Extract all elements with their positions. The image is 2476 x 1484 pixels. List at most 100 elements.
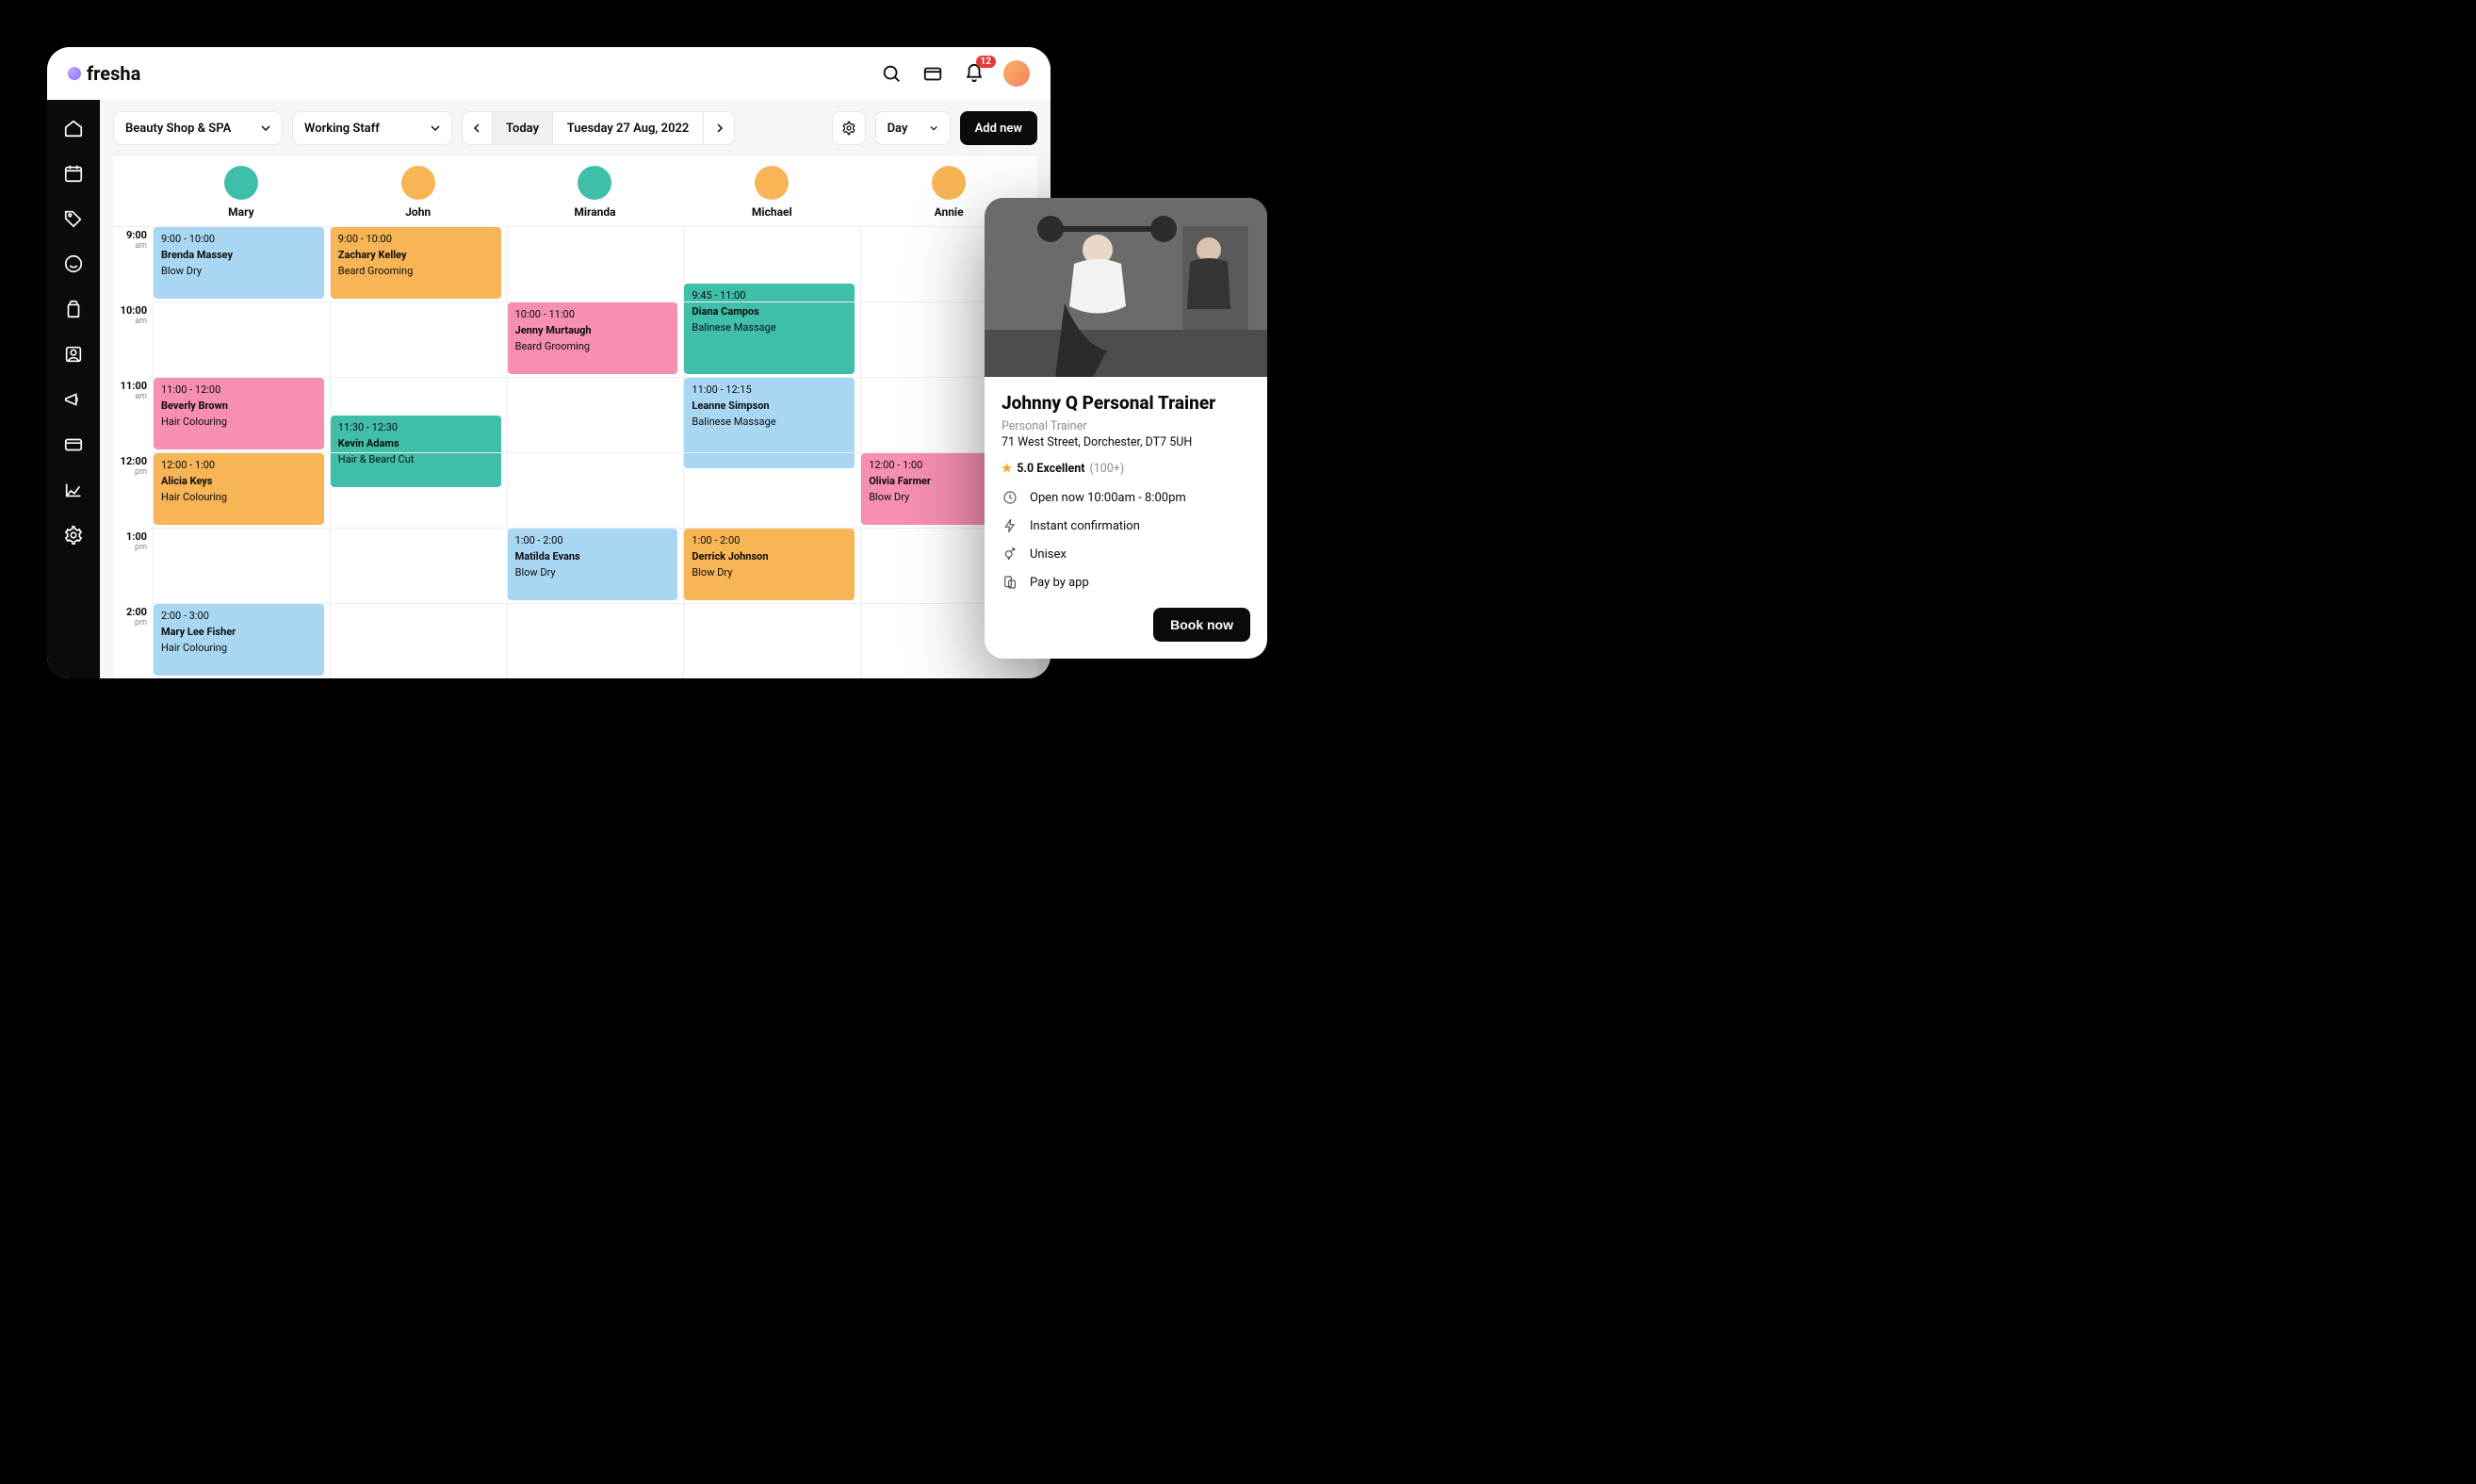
clock-icon xyxy=(1002,489,1018,506)
location-dropdown[interactable]: Beauty Shop & SPA xyxy=(113,111,283,145)
staff-column[interactable]: 10:00 - 11:00Jenny MurtaughBeard Groomin… xyxy=(507,227,684,678)
appointment-client: Alicia Keys xyxy=(161,475,317,489)
appointment[interactable]: 11:00 - 12:15Leanne SimpsonBalinese Mass… xyxy=(684,378,855,468)
appointment-time: 9:45 - 11:00 xyxy=(692,289,847,303)
app-window: fresha 12 xyxy=(47,47,1051,678)
next-day-button[interactable] xyxy=(704,112,734,144)
business-photo xyxy=(985,198,1267,377)
book-now-button[interactable]: Book now xyxy=(1153,608,1250,642)
today-button[interactable]: Today xyxy=(493,112,553,144)
appointment-service: Hair Colouring xyxy=(161,491,317,505)
appointment-time: 2:00 - 3:00 xyxy=(161,610,317,624)
smile-icon[interactable] xyxy=(62,253,85,275)
appointment-client: Kevin Adams xyxy=(338,437,494,451)
staff-header: Mary John Miranda Michael Annie xyxy=(113,156,1037,226)
tag-icon[interactable] xyxy=(62,207,85,230)
staff-column[interactable]: 9:00 - 10:00Zachary KelleyBeard Grooming… xyxy=(330,227,507,678)
staff-column[interactable]: 9:45 - 11:00Diana CamposBalinese Massage… xyxy=(683,227,860,678)
brand-logo-icon xyxy=(68,67,81,80)
appointment-service: Hair & Beard Cut xyxy=(338,453,494,467)
staff-avatar xyxy=(755,166,789,200)
staff-name: Annie xyxy=(935,205,964,219)
brand: fresha xyxy=(68,62,140,85)
calendar-icon[interactable] xyxy=(62,162,85,185)
appointment[interactable]: 12:00 - 1:00 Alicia Keys Hair Colouring xyxy=(154,453,324,525)
appointment[interactable]: 9:45 - 11:00Diana CamposBalinese Massage xyxy=(684,284,855,374)
staff-name: Mary xyxy=(228,205,253,219)
clients-icon[interactable] xyxy=(62,343,85,366)
location-dropdown-label: Beauty Shop & SPA xyxy=(125,122,231,136)
staff-filter-label: Working Staff xyxy=(304,122,380,136)
staff-name: Michael xyxy=(752,205,792,219)
top-actions: 12 xyxy=(879,60,1030,87)
appointment-service: Hair Colouring xyxy=(161,642,317,656)
appointment-time: 1:00 - 2:00 xyxy=(515,534,671,548)
appointment-client: Derrick Johnson xyxy=(692,550,847,564)
staff-header-cell[interactable]: John xyxy=(330,156,507,226)
appointment[interactable]: 10:00 - 11:00Jenny MurtaughBeard Groomin… xyxy=(508,302,678,374)
products-icon[interactable] xyxy=(62,298,85,320)
notifications-icon[interactable]: 12 xyxy=(962,61,986,86)
chevron-down-icon xyxy=(431,123,440,133)
appointment[interactable]: 1:00 - 2:00Derrick JohnsonBlow Dry xyxy=(684,529,855,600)
staff-header-cell[interactable]: Michael xyxy=(683,156,860,226)
hour-label: 2:00pm xyxy=(113,604,153,678)
staff-avatar xyxy=(401,166,435,200)
time-column: 9:00am10:00am11:00am12:00pm1:00pm2:00pm xyxy=(113,227,153,678)
appointment-client: Leanne Simpson xyxy=(692,400,847,414)
search-icon[interactable] xyxy=(879,61,904,86)
appointment[interactable]: 9:00 - 10:00Zachary KelleyBeard Grooming xyxy=(331,227,501,299)
appointment[interactable]: 1:00 - 2:00Matilda EvansBlow Dry xyxy=(508,529,678,600)
payments-icon[interactable] xyxy=(62,433,85,456)
chevron-down-icon xyxy=(261,123,270,133)
appointment[interactable]: 11:30 - 12:30 Kevin Adams Hair & Beard Cut xyxy=(331,416,501,487)
appointment-time: 11:30 - 12:30 xyxy=(338,421,494,435)
home-icon[interactable] xyxy=(62,117,85,139)
appointment-time: 12:00 - 1:00 xyxy=(161,459,317,473)
business-card: Johnny Q Personal Trainer Personal Train… xyxy=(985,198,1267,659)
business-address: 71 West Street, Dorchester, DT7 5UH xyxy=(1002,435,1250,449)
feature-unisex: Unisex xyxy=(1002,546,1250,563)
appointment-service: Blow Dry xyxy=(515,566,671,580)
staff-avatar xyxy=(578,166,611,200)
staff-filter-dropdown[interactable]: Working Staff xyxy=(292,111,452,145)
staff-column[interactable]: 9:00 - 10:00Brenda MasseyBlow Dry11:00 -… xyxy=(153,227,330,678)
megaphone-icon[interactable] xyxy=(62,388,85,411)
appointment-time: 9:00 - 10:00 xyxy=(161,233,317,247)
staff-name: Miranda xyxy=(574,205,615,219)
settings-icon[interactable] xyxy=(62,524,85,546)
appointment-service: Balinese Massage xyxy=(692,416,847,430)
add-new-button[interactable]: Add new xyxy=(960,111,1037,145)
appointment[interactable]: 2:00 - 3:00Mary Lee FisherHair Colouring xyxy=(154,604,324,676)
appointment[interactable]: 11:00 - 12:00Beverly BrownHair Colouring xyxy=(154,378,324,449)
wallet-icon[interactable] xyxy=(920,61,945,86)
appointment[interactable]: 9:00 - 10:00Brenda MasseyBlow Dry xyxy=(154,227,324,299)
appointment-service: Hair Colouring xyxy=(161,416,317,430)
appointment-service: Balinese Massage xyxy=(692,321,847,335)
hour-label: 10:00am xyxy=(113,302,153,378)
sidebar xyxy=(47,100,100,678)
view-dropdown[interactable]: Day xyxy=(875,111,951,145)
staff-name: John xyxy=(405,205,431,219)
calendar-settings-button[interactable] xyxy=(832,111,866,145)
feature-pay: Pay by app xyxy=(1002,574,1250,591)
analytics-icon[interactable] xyxy=(62,479,85,501)
notification-badge: 12 xyxy=(976,56,996,68)
staff-avatar xyxy=(224,166,258,200)
rating-score: 5.0 Excellent xyxy=(1017,462,1084,476)
appointment-client: Zachary Kelley xyxy=(338,249,494,263)
appointment-client: Brenda Massey xyxy=(161,249,317,263)
appointment-client: Jenny Murtaugh xyxy=(515,324,671,338)
staff-avatar xyxy=(932,166,966,200)
bolt-icon xyxy=(1002,517,1018,534)
gear-icon xyxy=(841,121,856,136)
calendar-grid: 9:00am10:00am11:00am12:00pm1:00pm2:00pm … xyxy=(113,226,1037,678)
user-avatar[interactable] xyxy=(1003,60,1030,87)
unisex-icon xyxy=(1002,546,1018,563)
staff-header-cell[interactable]: Miranda xyxy=(507,156,684,226)
current-date[interactable]: Tuesday 27 Aug, 2022 xyxy=(553,112,704,144)
calendar: Mary John Miranda Michael Annie 9:00am10:00a… xyxy=(113,156,1037,678)
prev-day-button[interactable] xyxy=(463,112,493,144)
business-rating: ★ 5.0 Excellent (100+) xyxy=(1002,461,1250,476)
staff-header-cell[interactable]: Mary xyxy=(153,156,330,226)
